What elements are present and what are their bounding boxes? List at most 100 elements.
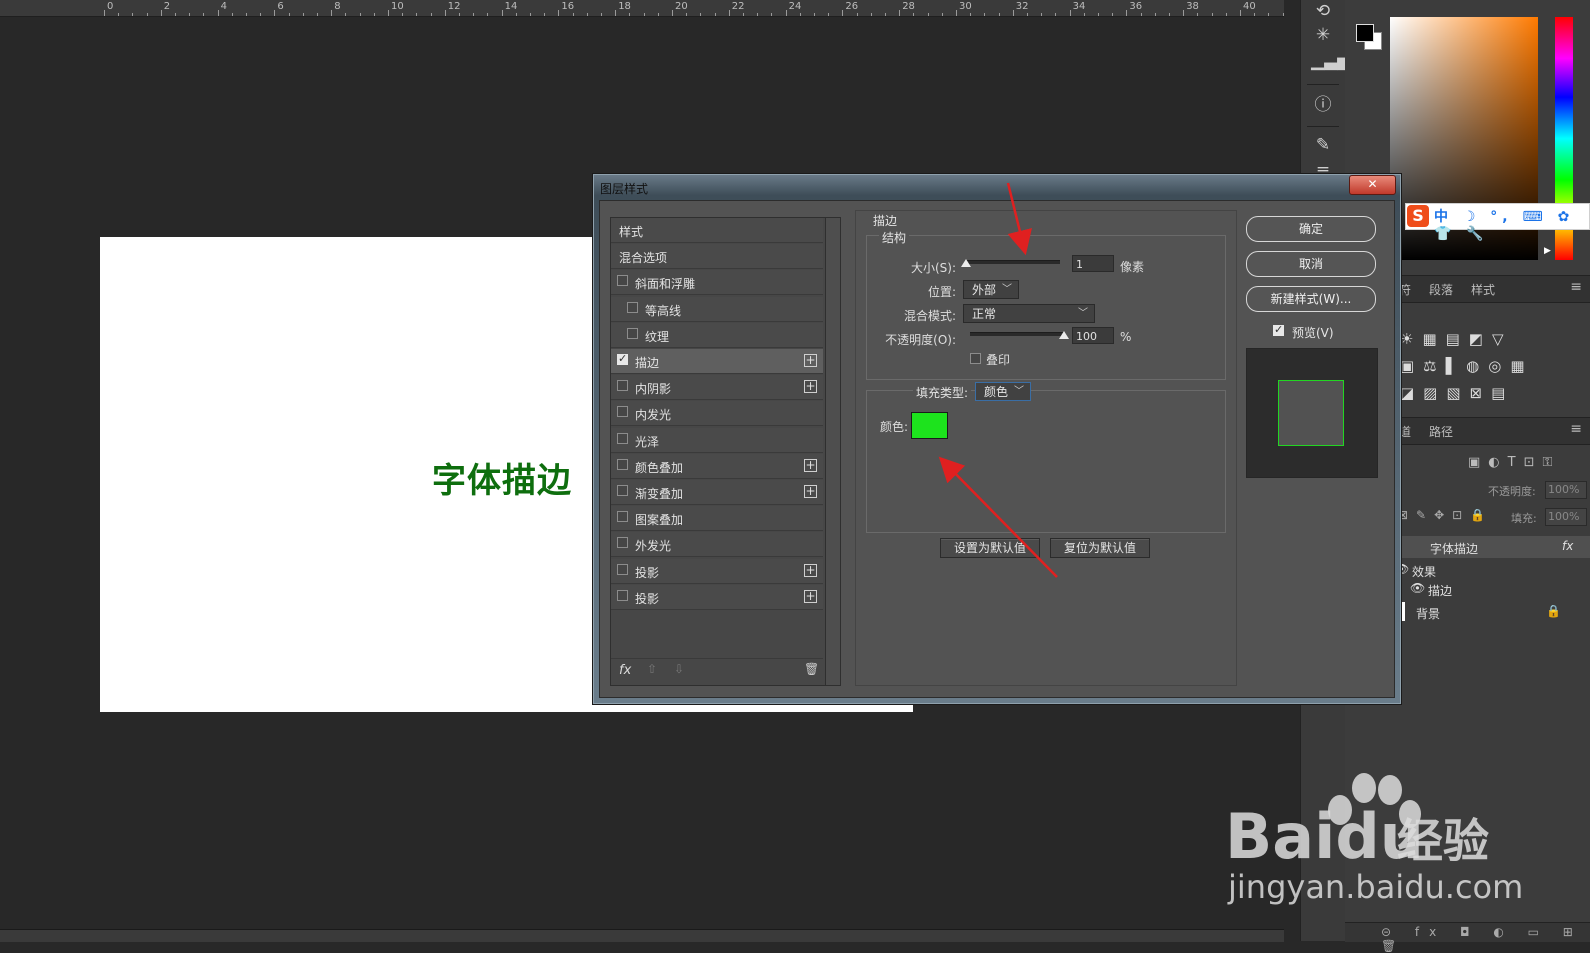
style-list-item[interactable]: 描边 + bbox=[611, 349, 823, 374]
layers-menu-icon[interactable]: ≡ bbox=[1570, 421, 1582, 437]
ruler-minor-tick bbox=[1140, 13, 1142, 16]
style-checkbox[interactable] bbox=[617, 380, 628, 392]
ruler-minor-tick bbox=[175, 13, 176, 16]
opacity-input[interactable]: 100 bbox=[1072, 327, 1114, 344]
ruler-label: 24 bbox=[788, 1, 802, 12]
stroke-color-swatch[interactable] bbox=[911, 412, 948, 439]
ruler-minor-tick bbox=[814, 13, 815, 16]
add-effect-icon[interactable]: + bbox=[804, 354, 817, 367]
layer-row-background[interactable]: 背景 🔒 bbox=[1384, 601, 1590, 623]
fill-type-select[interactable]: 颜色 ﹀ bbox=[975, 382, 1031, 401]
watermark-bai-text: Bai bbox=[1225, 800, 1336, 873]
style-list-item[interactable]: 样式 bbox=[611, 218, 823, 243]
panel-menu-icon[interactable]: ≡ bbox=[1570, 279, 1582, 295]
lock-icons[interactable]: ⊠✎✥⊡🔒 bbox=[1398, 508, 1493, 522]
horizontal-scrollbar[interactable] bbox=[0, 929, 1284, 942]
brush-icon[interactable]: ✎ bbox=[1311, 134, 1335, 156]
size-slider[interactable] bbox=[966, 260, 1060, 264]
histogram-icon[interactable]: ▁▃▅ bbox=[1311, 50, 1350, 72]
style-checkbox[interactable] bbox=[617, 458, 628, 470]
trash-icon[interactable]: 🗑 bbox=[804, 662, 819, 676]
ime-icons[interactable]: 中 ☽ °, ⌨ ✿ 👕 🔧 bbox=[1434, 206, 1590, 242]
style-checkbox[interactable] bbox=[617, 432, 628, 444]
fx-menu-button[interactable]: fx bbox=[619, 663, 631, 678]
preview-checkbox[interactable] bbox=[1273, 323, 1284, 336]
fx-badge[interactable]: fx bbox=[1562, 539, 1573, 553]
adjustments-row-2[interactable]: ▣⚖▌◍◎▦ bbox=[1400, 357, 1534, 375]
style-list-item[interactable]: 内阴影 + bbox=[611, 375, 823, 401]
size-input[interactable]: 1 bbox=[1072, 255, 1114, 272]
style-checkbox[interactable] bbox=[617, 589, 628, 601]
ruler-label: 18 bbox=[618, 1, 631, 12]
layer-row-text[interactable]: T 字体描边 fx bbox=[1389, 536, 1590, 558]
blend-mode-select[interactable]: 正常 ﹀ bbox=[963, 304, 1095, 323]
opacity-slider-thumb[interactable] bbox=[1059, 331, 1069, 339]
add-effect-icon[interactable]: + bbox=[804, 563, 817, 577]
style-list-item[interactable]: 外发光 bbox=[611, 532, 823, 558]
ruler-minor-tick bbox=[345, 13, 347, 16]
layer-opacity-field[interactable]: 100% bbox=[1545, 481, 1587, 499]
style-list-item[interactable]: 等高线 bbox=[611, 296, 823, 322]
new-style-button[interactable]: 新建样式(W)... bbox=[1246, 286, 1376, 312]
opacity-slider[interactable] bbox=[970, 332, 1064, 336]
tab-paragraph[interactable]: 段落 bbox=[1429, 281, 1453, 298]
ruler-minor-tick bbox=[302, 13, 304, 16]
eye-icon[interactable]: 👁 bbox=[1410, 581, 1425, 595]
style-checkbox[interactable] bbox=[617, 511, 628, 523]
info-icon[interactable]: ⓘ bbox=[1311, 94, 1335, 116]
style-list-item[interactable]: 投影 + bbox=[611, 558, 823, 584]
style-checkbox[interactable] bbox=[627, 327, 638, 339]
adjustments-row-1[interactable]: ☀▦▤◩▽ bbox=[1400, 330, 1513, 348]
ruler-tick bbox=[785, 10, 787, 16]
close-button[interactable]: ✕ bbox=[1349, 175, 1396, 195]
style-list-item[interactable]: 光泽 bbox=[611, 427, 823, 453]
style-list-item[interactable]: 颜色叠加 + bbox=[611, 453, 823, 479]
style-list-item[interactable]: 渐变叠加 + bbox=[611, 480, 823, 505]
layer-row-stroke-effect[interactable]: 👁 描边 bbox=[1390, 578, 1590, 600]
add-effect-icon[interactable]: + bbox=[804, 458, 817, 472]
foreground-color-swatch[interactable] bbox=[1356, 24, 1374, 42]
adjustments-row-3[interactable]: ◪▨▧⊠▤ bbox=[1400, 384, 1514, 402]
add-effect-icon[interactable]: + bbox=[804, 380, 817, 394]
reset-default-button[interactable]: 复位为默认值 bbox=[1050, 538, 1150, 558]
history-icon[interactable]: ⟲ bbox=[1311, 0, 1335, 22]
arrow-down-icon[interactable]: ⇩ bbox=[674, 662, 684, 676]
style-checkbox[interactable] bbox=[617, 406, 628, 418]
styles-list-scrollbar[interactable] bbox=[825, 217, 841, 686]
add-effect-icon[interactable]: + bbox=[804, 589, 817, 603]
style-list-item[interactable]: 混合选项 bbox=[611, 244, 823, 270]
set-default-button[interactable]: 设置为默认值 bbox=[940, 538, 1040, 558]
cancel-button[interactable]: 取消 bbox=[1246, 251, 1376, 277]
tab-styles[interactable]: 样式 bbox=[1471, 281, 1495, 298]
add-effect-icon[interactable]: + bbox=[804, 485, 817, 498]
ok-button[interactable]: 确定 bbox=[1246, 216, 1376, 242]
style-list-item[interactable]: 投影 + bbox=[611, 584, 823, 610]
navigator-icon[interactable]: ✳ bbox=[1311, 24, 1335, 46]
structure-title: 结构 bbox=[879, 229, 910, 246]
layers-footer-icons[interactable]: ⊝ fx ◘ ◐ ▭ ⊞ 🗑 bbox=[1381, 925, 1590, 953]
layer-fill-field[interactable]: 100% bbox=[1545, 508, 1587, 526]
overprint-checkbox[interactable] bbox=[970, 353, 981, 364]
position-value: 外部 bbox=[972, 283, 997, 297]
style-list-item[interactable]: 纹理 bbox=[611, 322, 823, 348]
ruler-label: 38 bbox=[1186, 1, 1199, 12]
style-checkbox[interactable] bbox=[617, 275, 628, 287]
ruler-minor-tick bbox=[359, 13, 361, 16]
tab-paths[interactable]: 路径 bbox=[1429, 423, 1453, 440]
layer-filter-icons[interactable]: ▣◐T⊡⚿ bbox=[1468, 455, 1560, 470]
arrow-up-icon[interactable]: ⇧ bbox=[647, 662, 657, 676]
style-list-item[interactable]: 图案叠加 bbox=[611, 506, 823, 532]
size-slider-thumb[interactable] bbox=[961, 259, 971, 267]
style-checkbox[interactable] bbox=[617, 352, 628, 365]
ruler-minor-tick bbox=[927, 13, 929, 16]
style-list-item[interactable]: 斜面和浮雕 bbox=[611, 270, 823, 296]
style-checkbox[interactable] bbox=[617, 563, 628, 575]
ruler-minor-tick bbox=[1282, 13, 1284, 16]
style-checkbox[interactable] bbox=[627, 301, 638, 313]
ruler-minor-tick bbox=[984, 13, 986, 16]
style-checkbox[interactable] bbox=[617, 485, 628, 496]
position-select[interactable]: 外部 ﹀ bbox=[963, 280, 1019, 299]
style-checkbox[interactable] bbox=[617, 537, 628, 549]
style-list-item[interactable]: 内发光 bbox=[611, 401, 823, 427]
style-label: 等高线 bbox=[645, 303, 682, 318]
